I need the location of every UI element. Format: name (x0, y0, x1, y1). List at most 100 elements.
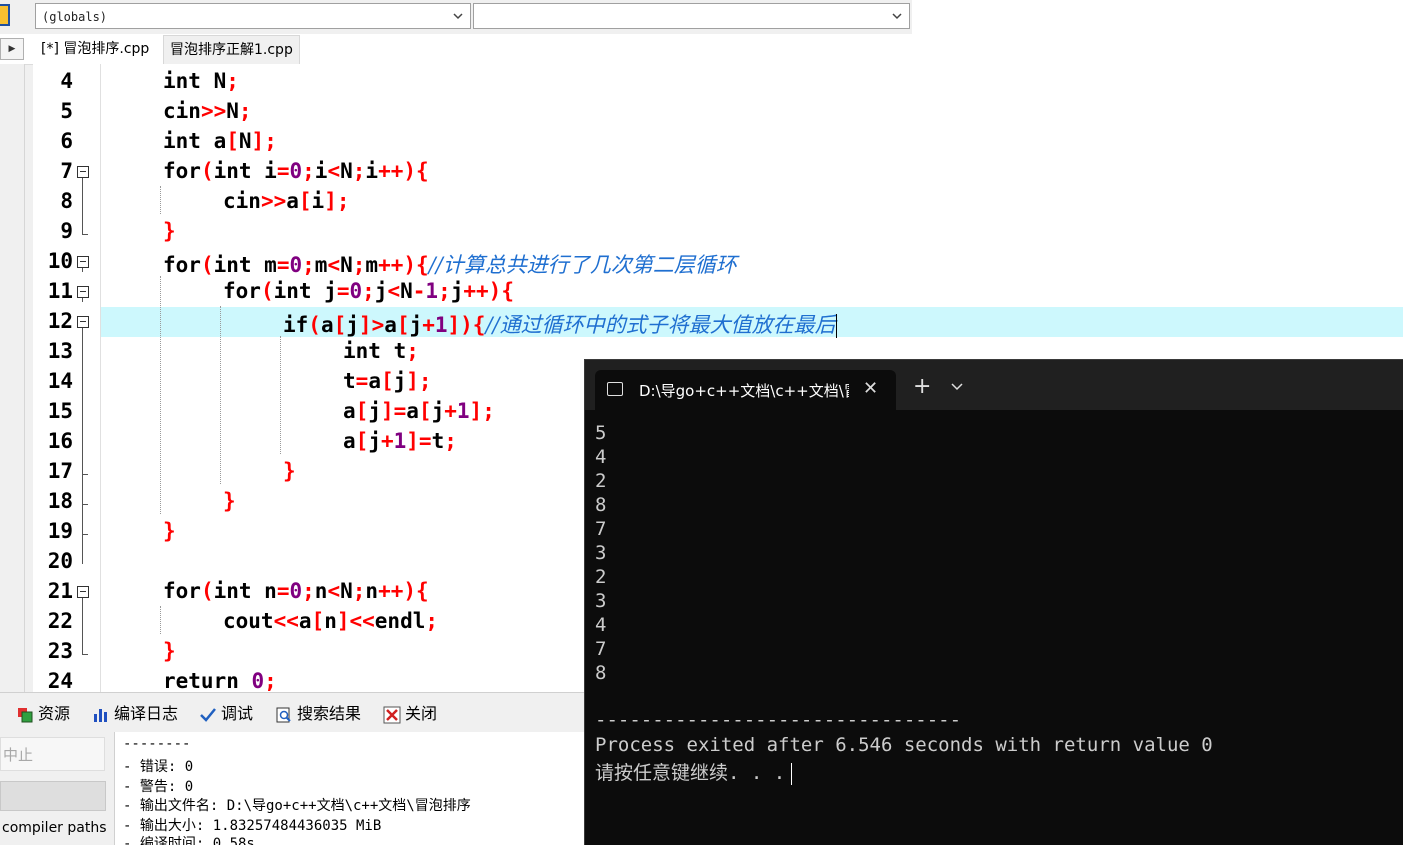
press-any-key-text: 请按任意键继续. . . (595, 762, 786, 784)
resources-icon (18, 707, 33, 722)
code-line: } (163, 219, 176, 243)
check-icon (200, 707, 216, 722)
line-number: 23 (47, 639, 73, 663)
line-number: 19 (47, 519, 73, 543)
terminal-output-line: 2 (595, 470, 607, 492)
toolbar-empty-area (912, 0, 1403, 34)
terminal-output-line: 2 (595, 566, 607, 588)
code-comment: //通过循环中的式子将最大值放在最后 (485, 313, 836, 337)
scope-combo-value: (globals) (42, 10, 108, 24)
symbol-combo[interactable] (473, 3, 910, 29)
terminal-window[interactable]: D:\导go+c++文档\c++文档\冒 ✕ + 5 4 2 8 7 3 2 3… (584, 359, 1403, 845)
log-line: - 错误: 0 (123, 759, 194, 775)
log-line: -------- (123, 736, 191, 752)
terminal-separator: -------------------------------- (595, 709, 962, 731)
line-number: 12 (47, 309, 73, 333)
close-icon[interactable]: ✕ (863, 378, 878, 399)
left-panel-edge (0, 64, 25, 692)
line-number: 18 (47, 489, 73, 513)
code-line: return 0; (163, 669, 277, 692)
line-number: 15 (47, 399, 73, 423)
line-number: 14 (47, 369, 73, 393)
line-number: 6 (60, 129, 73, 153)
code-line: for(int i=0;i<N;i++){ (163, 159, 429, 183)
terminal-cursor (791, 762, 793, 785)
chevron-down-icon[interactable] (951, 382, 963, 392)
terminal-tab[interactable]: D:\导go+c++文档\c++文档\冒 ✕ (595, 370, 896, 410)
tab-search-results[interactable]: 搜索结果 (275, 703, 361, 725)
line-number: 5 (60, 99, 73, 123)
line-number: 21 (47, 579, 73, 603)
terminal-output-line: 7 (595, 638, 607, 660)
code-line: cin>>a[i]; (223, 189, 350, 213)
log-line: - 输出大小: 1.83257484436035 MiB (123, 818, 382, 834)
console-icon (607, 382, 623, 396)
fold-toggle[interactable] (77, 256, 89, 268)
terminal-output-line: 8 (595, 494, 607, 516)
code-line: t=a[j]; (343, 369, 432, 393)
close-panel-icon (383, 706, 401, 723)
line-number: 13 (47, 339, 73, 363)
code-line: } (283, 459, 296, 483)
terminal-output-line: 5 (595, 422, 607, 444)
line-number: 17 (47, 459, 73, 483)
bar-chart-icon (94, 708, 107, 722)
line-number: 24 (47, 669, 73, 692)
code-line: } (163, 519, 176, 543)
terminal-exit-message: Process exited after 6.546 seconds with … (595, 734, 1213, 756)
text-cursor (835, 314, 837, 338)
code-line: int a[N]; (163, 129, 277, 153)
line-number: 16 (47, 429, 73, 453)
line-number: 11 (47, 279, 73, 303)
fold-toggle[interactable] (77, 316, 89, 328)
line-number: 8 (60, 189, 73, 213)
terminal-output-line: 3 (595, 542, 607, 564)
search-results-icon (276, 707, 291, 722)
tab-bubble-sort[interactable]: [*] 冒泡排序.cpp (35, 35, 155, 64)
code-line: if(a[j]>a[j+1]){//通过循环中的式子将最大值放在最后 (283, 313, 837, 338)
fold-toggle[interactable] (77, 286, 89, 298)
tab-label: 搜索结果 (297, 704, 362, 723)
tab-resources[interactable]: 资源 (16, 703, 70, 725)
log-line: - 编译时间: 0.58s (123, 836, 255, 845)
compiler-paths-label: compiler paths (2, 820, 107, 836)
log-line: - 警告: 0 (123, 779, 194, 795)
code-line: a[j]=a[j+1]; (343, 399, 495, 423)
terminal-output-line: 4 (595, 614, 607, 636)
tab-debug[interactable]: 调试 (199, 703, 253, 725)
terminal-output-line: 3 (595, 590, 607, 612)
tab-compile-log[interactable]: 编译日志 (92, 703, 178, 725)
code-line: } (223, 489, 236, 513)
compile-log: -------- - 错误: 0 - 警告: 0 - 输出文件名: D:\导go… (114, 732, 591, 845)
tab-bubble-sort-correct[interactable]: 冒泡排序正解1.cpp (163, 35, 300, 64)
code-line: for(int j=0;j<N-1;j++){ (223, 279, 514, 303)
log-line: - 输出文件名: D:\导go+c++文档\c++文档\冒泡排序 (123, 798, 471, 814)
terminal-output-line: 4 (595, 446, 607, 468)
stop-button[interactable]: 中止 (0, 737, 105, 771)
new-tab-icon[interactable]: + (913, 376, 931, 398)
code-line: cout<<a[n]<<endl; (223, 609, 439, 633)
code-comment: //计算总共进行了几次第二层循环 (428, 253, 737, 277)
code-line: } (163, 639, 176, 663)
terminal-tab-bar: D:\导go+c++文档\c++文档\冒 ✕ + (585, 360, 1403, 410)
tab-label: 编译日志 (114, 704, 179, 723)
terminal-prompt-line: 请按任意键继续. . . (595, 758, 793, 785)
fold-toggle[interactable] (77, 166, 89, 178)
terminal-tab-title: D:\导go+c++文档\c++文档\冒 (639, 382, 849, 400)
fold-toggle[interactable] (77, 586, 89, 598)
line-number: 22 (47, 609, 73, 633)
line-number: 10 (47, 249, 73, 273)
code-line: int N; (163, 69, 239, 93)
scope-combo[interactable]: (globals) (35, 3, 471, 29)
class-browser-icon[interactable] (0, 4, 10, 26)
tab-label: 关闭 (405, 704, 438, 723)
tab-label: 资源 (38, 704, 71, 723)
tab-close[interactable]: 关闭 (383, 703, 437, 725)
tab-label: 调试 (221, 704, 254, 723)
tab-scroll-right-button[interactable]: ▶ (0, 38, 24, 60)
line-number: 20 (47, 549, 73, 573)
line-number: 7 (60, 159, 73, 183)
code-line: cin>>N; (163, 99, 252, 123)
compiler-field[interactable] (0, 781, 106, 811)
code-line: for(int n=0;n<N;n++){ (163, 579, 429, 603)
